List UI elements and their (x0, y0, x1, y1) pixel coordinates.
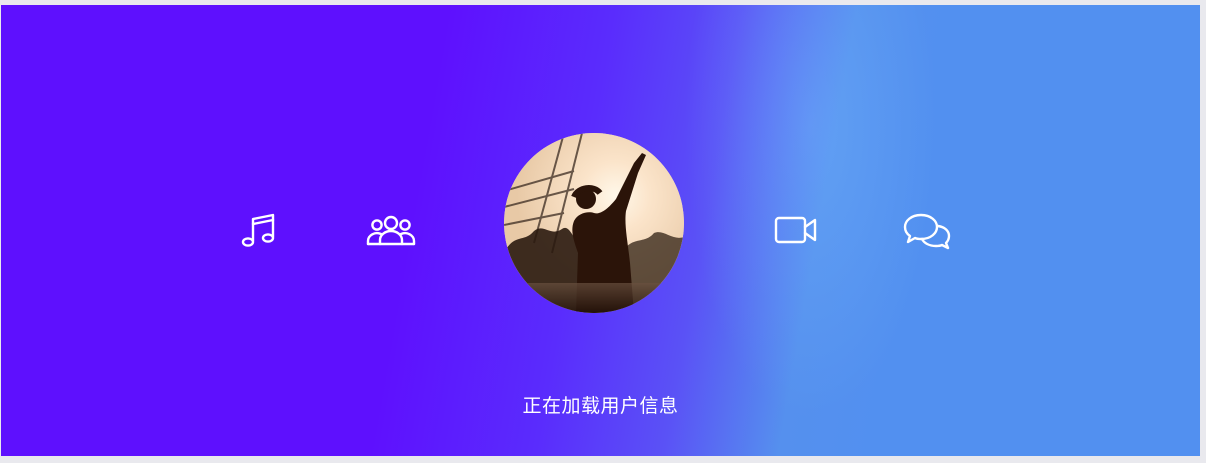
video-camera-icon (774, 216, 817, 244)
video-button[interactable] (768, 206, 824, 254)
avatar-photo (504, 133, 684, 313)
music-note-icon (241, 213, 275, 247)
avatar[interactable] (504, 133, 684, 313)
music-button[interactable] (231, 207, 287, 255)
chat-bubbles-icon (903, 213, 951, 250)
chat-button[interactable] (899, 207, 955, 255)
profile-banner: 正在加载用户信息 (1, 5, 1200, 456)
users-group-icon (366, 215, 416, 246)
loading-status-text: 正在加载用户信息 (522, 395, 679, 417)
group-button[interactable] (363, 207, 419, 255)
